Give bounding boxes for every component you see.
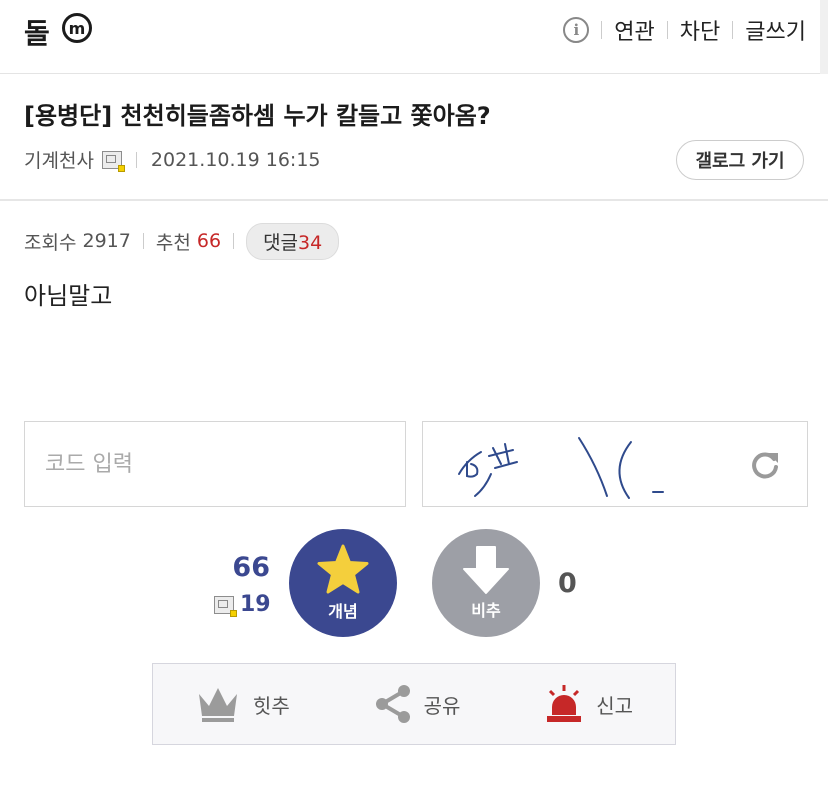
views-count: 2917 [82, 230, 131, 252]
fixed-upvote-value: 19 [240, 592, 271, 617]
post-title: [용병단] 천천히들좀하셈 누가 칼들고 쫓아옴? [24, 102, 491, 130]
section-divider [0, 199, 828, 201]
post-stats: 조회수 2917 추천 66 댓글34 [24, 222, 340, 260]
stats-divider [142, 233, 144, 249]
mobile-logo-badge[interactable]: m [62, 13, 92, 43]
comments-button[interactable]: 댓글34 [246, 222, 340, 260]
share-icon [375, 685, 410, 723]
menu-related[interactable]: 연관 [614, 14, 654, 46]
hit-recommend-button[interactable]: 힛추 [195, 684, 290, 724]
recommend-label: 추천 [155, 231, 191, 254]
downvote-count: 0 [558, 568, 577, 599]
star-icon [317, 544, 369, 594]
report-button[interactable]: 신고 [544, 683, 633, 725]
recommend-count: 66 [196, 230, 222, 252]
post-body: 아님말고 [24, 282, 113, 310]
share-label: 공유 [423, 693, 461, 718]
author-name[interactable]: 기계천사 [24, 146, 94, 173]
header-menu: i 연관 차단 글쓰기 [563, 14, 806, 46]
fixed-upvote-count: 19 [214, 592, 271, 617]
scrollbar[interactable] [820, 0, 828, 74]
info-icon[interactable]: i [563, 17, 590, 43]
menu-divider [732, 21, 734, 39]
comments-label: 댓글 [263, 231, 299, 254]
hit-recommend-label: 힛추 [252, 693, 290, 718]
share-button[interactable]: 공유 [374, 684, 461, 724]
action-bar: 힛추 공유 신고 [152, 663, 676, 745]
fixed-user-icon [214, 595, 237, 617]
upvote-button[interactable]: 개념 [289, 529, 397, 637]
upvote-count: 66 [232, 552, 270, 583]
menu-divider [666, 21, 668, 39]
site-logo[interactable]: 돌 [24, 12, 50, 52]
menu-divider [601, 21, 603, 39]
arrow-down-icon [463, 546, 509, 594]
downvote-label: 비추 [471, 601, 501, 620]
menu-block[interactable]: 차단 [680, 14, 720, 46]
views-label: 조회수 [24, 231, 77, 254]
report-label: 신고 [596, 693, 634, 718]
stats-divider [233, 233, 235, 249]
downvote-button[interactable]: 비추 [432, 529, 540, 637]
captcha-code-input[interactable] [24, 421, 406, 507]
post-datetime: 2021.10.19 16:15 [150, 148, 321, 171]
fixed-user-icon [101, 150, 125, 172]
gallog-button[interactable]: 갤로그 가기 [676, 140, 804, 180]
post-meta: 기계천사 2021.10.19 16:15 [24, 146, 321, 173]
refresh-icon[interactable] [748, 447, 782, 481]
menu-write[interactable]: 글쓰기 [745, 14, 806, 46]
siren-icon [547, 685, 582, 722]
crown-icon [198, 688, 237, 722]
upvote-label: 개념 [328, 602, 358, 621]
comments-count: 34 [298, 231, 323, 254]
meta-divider [135, 151, 137, 168]
